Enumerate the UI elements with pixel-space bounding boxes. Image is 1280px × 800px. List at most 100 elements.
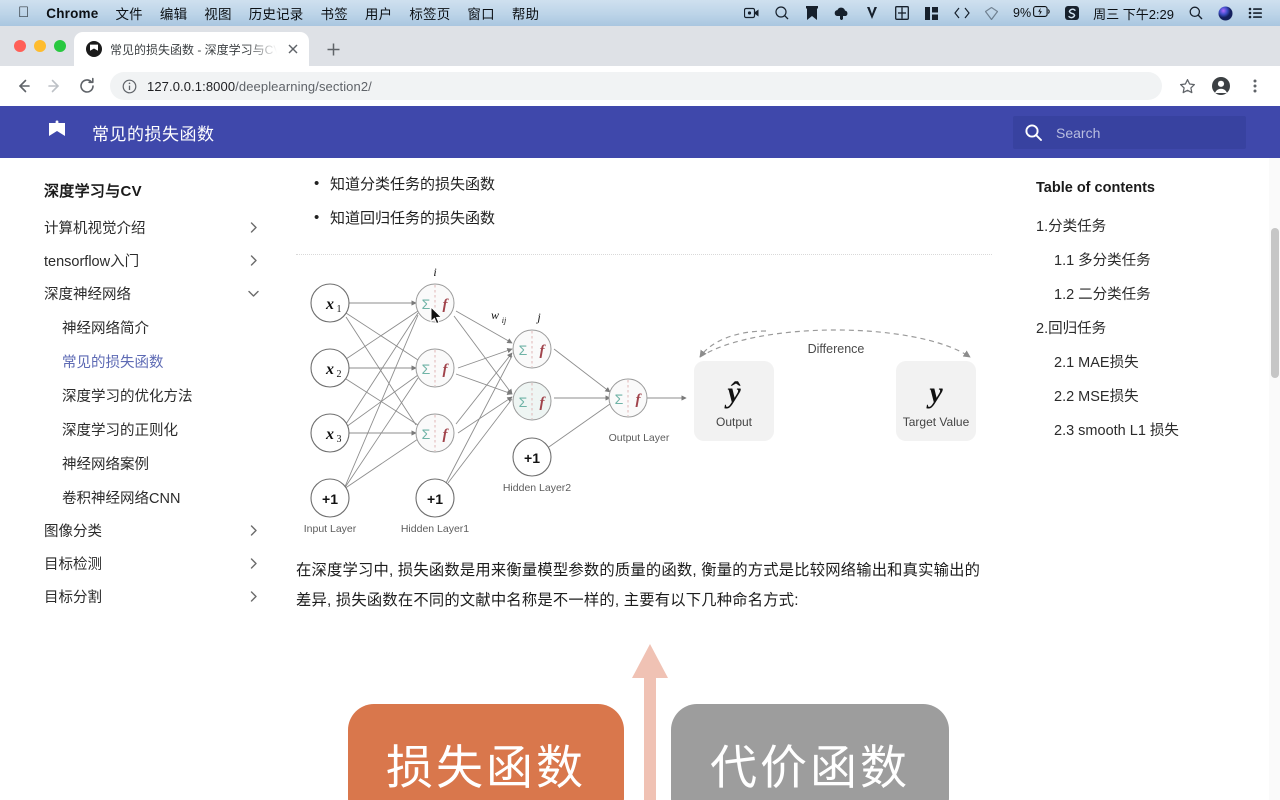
menu-bar-clock[interactable]: 周三 下午2:29 (1093, 4, 1174, 23)
bookmark-star-icon[interactable] (1172, 71, 1202, 101)
node-index-j-label: j (535, 310, 541, 324)
three-dot-menu-icon[interactable] (1240, 71, 1270, 101)
search-icon (1025, 124, 1042, 141)
svg-text:+1: +1 (524, 450, 540, 466)
node-index-i-label: i (433, 265, 436, 279)
battery-status[interactable]: 9% (1013, 6, 1050, 20)
bookmark-icon[interactable] (803, 6, 820, 21)
mouse-cursor-icon (430, 306, 444, 326)
svg-text:ŷ: ŷ (724, 376, 741, 409)
toolbar-right-actions (1172, 71, 1270, 101)
sidebar-item-label: 常见的损失函数 (62, 354, 164, 371)
minimize-window-button[interactable] (34, 40, 46, 52)
toc-item-regression[interactable]: 2.回归任务 (1036, 310, 1260, 344)
menu-item-profiles[interactable]: 用户 (365, 3, 392, 23)
svg-text:y: y (926, 376, 943, 409)
magnifier-circle-icon[interactable] (773, 6, 790, 21)
svg-text:Σ: Σ (422, 426, 431, 442)
new-tab-button[interactable] (319, 35, 347, 63)
sidebar-item-label: 计算机视觉介绍 (44, 221, 146, 237)
close-window-button[interactable] (14, 40, 26, 52)
loss-vs-cost-figure: 损失函数 代价函数 (296, 643, 992, 800)
toc-item-binary[interactable]: 1.2 二分类任务 (1036, 276, 1260, 310)
vpn-icon[interactable] (863, 6, 880, 21)
info-circle-icon[interactable] (122, 79, 137, 94)
apple-logo-icon[interactable]:  (18, 5, 29, 20)
browser-tab[interactable]: 常见的损失函数 - 深度学习与CV (74, 32, 309, 66)
sidebar-item-dnn[interactable]: 深度神经网络 (44, 277, 260, 310)
toc-item-multiclass[interactable]: 1.1 多分类任务 (1036, 242, 1260, 276)
menu-item-history[interactable]: 历史记录 (249, 3, 304, 23)
siri-icon[interactable] (1217, 6, 1234, 21)
reload-icon[interactable] (72, 71, 102, 101)
url-host: 127.0.0.1:8000 (147, 78, 236, 94)
neural-network-diagram: x 1 x 2 x 3 +1 Σ f Σ f Σ f +1 Σ f Σ f +1… (296, 261, 992, 546)
sidebar-item-nn-case[interactable]: 神经网络案例 (62, 446, 260, 480)
cloud-icon[interactable] (833, 6, 850, 21)
site-search-box[interactable] (1013, 116, 1246, 149)
menu-item-file[interactable]: 文件 (115, 3, 142, 23)
svg-text:Σ: Σ (422, 361, 431, 377)
input-source-cn-icon[interactable] (893, 6, 910, 21)
svg-text:ij: ij (502, 316, 507, 325)
chevron-right-icon (247, 590, 260, 603)
sidebar-item-tensorflow[interactable]: tensorflow入门 (44, 244, 260, 277)
menu-item-window[interactable]: 窗口 (467, 3, 494, 23)
cost-function-box: 代价函数 (671, 703, 949, 800)
toc-item-mae[interactable]: 2.1 MAE损失 (1036, 344, 1260, 378)
code-brackets-icon[interactable] (953, 6, 970, 21)
columns-icon[interactable] (923, 6, 940, 21)
search-icon[interactable] (1187, 6, 1204, 21)
sidebar-item-loss-functions[interactable]: 常见的损失函数 (62, 344, 260, 378)
maximize-window-button[interactable] (54, 40, 66, 52)
forward-arrow-icon[interactable] (40, 71, 70, 101)
menu-item-tabs[interactable]: 标签页 (409, 3, 450, 23)
toc-title: Table of contents (1036, 180, 1155, 196)
sidebar-item-cnn[interactable]: 卷积神经网络CNN (62, 480, 260, 514)
sidebar-item-segmentation[interactable]: 目标分割 (44, 580, 260, 613)
list-item: 知道回归任务的损失函数 (314, 202, 992, 236)
menu-item-edit[interactable]: 编辑 (160, 3, 187, 23)
toc-item-classification[interactable]: 1.分类任务 (1036, 208, 1260, 242)
svg-text:3: 3 (337, 434, 342, 445)
scrollbar-thumb[interactable] (1271, 228, 1279, 378)
address-bar[interactable]: 127.0.0.1:8000/deeplearning/section2/ (110, 72, 1162, 100)
menu-item-help[interactable]: 帮助 (512, 3, 539, 23)
list-item: 知道分类任务的损失函数 (314, 168, 992, 202)
svg-text:Σ: Σ (615, 391, 624, 407)
main-content: 知道分类任务的损失函数 知道回归任务的损失函数 (278, 158, 1022, 800)
sidebar-item-optimization[interactable]: 深度学习的优化方法 (62, 378, 260, 412)
menu-bar-left:  Chrome 文件 编辑 视图 历史记录 书签 用户 标签页 窗口 帮助 (8, 3, 539, 23)
search-input[interactable] (1056, 124, 1234, 141)
sidebar-item-label: 深度神经网络 (44, 287, 131, 303)
toc-item-mse[interactable]: 2.2 MSE损失 (1036, 378, 1260, 412)
battery-percent-label: 9% (1013, 6, 1032, 20)
browser-toolbar: 127.0.0.1:8000/deeplearning/section2/ (0, 66, 1280, 106)
address-bar-url: 127.0.0.1:8000/deeplearning/section2/ (147, 79, 372, 94)
diamond-icon[interactable] (983, 6, 1000, 21)
sidebar-item-cv-intro[interactable]: 计算机视觉介绍 (44, 211, 260, 244)
toc-item-smooth-l1[interactable]: 2.3 smooth L1 损失 (1036, 412, 1260, 446)
control-center-icon[interactable] (1247, 6, 1264, 21)
svg-text:Σ: Σ (519, 342, 528, 358)
sidebar-item-object-detection[interactable]: 目标检测 (44, 547, 260, 580)
book-favicon (86, 41, 102, 57)
book-logo-icon[interactable] (44, 119, 70, 145)
menu-item-chrome[interactable]: Chrome (46, 6, 98, 21)
menu-item-view[interactable]: 视图 (204, 3, 231, 23)
screen-recording-icon[interactable] (743, 6, 760, 21)
menu-item-bookmarks[interactable]: 书签 (321, 3, 348, 23)
url-path: /deeplearning/section2/ (235, 78, 372, 94)
chevron-right-icon (247, 221, 260, 234)
sidebar-item-image-classification[interactable]: 图像分类 (44, 514, 260, 547)
back-arrow-icon[interactable] (8, 71, 38, 101)
sidebar-root-title: 深度学习与CV (44, 183, 142, 200)
sogou-input-icon[interactable] (1063, 6, 1080, 21)
page-scrollbar[interactable] (1269, 158, 1280, 800)
close-icon[interactable] (285, 41, 301, 57)
svg-text:+1: +1 (322, 491, 338, 507)
sidebar-item-regularization[interactable]: 深度学习的正则化 (62, 412, 260, 446)
profile-avatar-icon[interactable] (1206, 71, 1236, 101)
chevron-right-icon (247, 524, 260, 537)
sidebar-item-nn-intro[interactable]: 神经网络简介 (62, 310, 260, 344)
